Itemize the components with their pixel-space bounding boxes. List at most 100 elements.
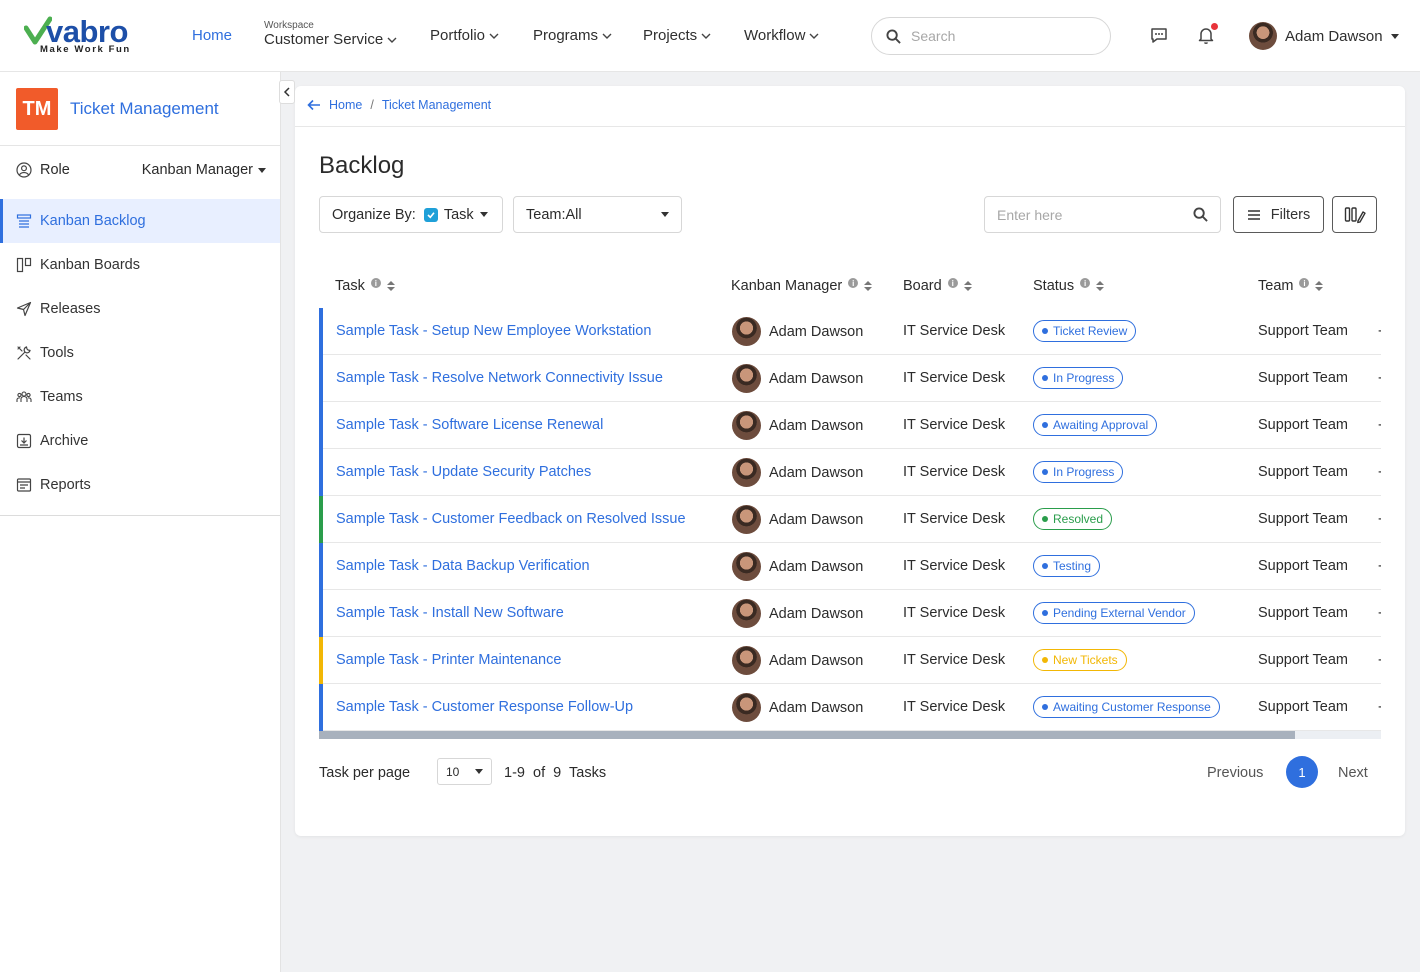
info-icon[interactable]: i [848,278,859,288]
vabro-logo[interactable]: vabro Make Work Fun [24,14,154,58]
more-columns-cell: - [1378,605,1381,621]
table-row[interactable]: Sample Task - Printer Maintenance Adam Da… [319,637,1381,684]
status-badge[interactable]: In Progress [1033,367,1124,389]
previous-page-button[interactable]: Previous [1207,765,1263,781]
sidebar-item-releases[interactable]: Releases [0,287,280,331]
breadcrumb-home[interactable]: Home [329,98,362,112]
caret-down-icon [258,167,266,173]
sidebar-item-archive[interactable]: Archive [0,419,280,463]
nav-portfolio[interactable]: Portfolio [430,27,499,44]
column-settings-button[interactable] [1332,196,1377,233]
chat-icon[interactable] [1148,24,1170,46]
search-icon[interactable] [1193,207,1208,222]
task-link[interactable]: Sample Task - Printer Maintenance [336,652,561,668]
page-number-button[interactable]: 1 [1286,756,1318,788]
sort-icon[interactable] [963,281,972,291]
sidebar-item-tools[interactable]: Tools [0,331,280,375]
manager-name: Adam Dawson [769,699,864,716]
board-cell: IT Service Desk [903,652,1006,668]
task-link[interactable]: Sample Task - Resolve Network Connectivi… [336,370,663,386]
manager-name: Adam Dawson [769,605,864,622]
task-link[interactable]: Sample Task - Setup New Employee Worksta… [336,323,651,339]
task-link[interactable]: Sample Task - Install New Software [336,605,564,621]
table-row[interactable]: Sample Task - Customer Response Follow-U… [319,684,1381,731]
table-row[interactable]: Sample Task - Customer Feedback on Resol… [319,496,1381,543]
info-icon[interactable]: i [1299,278,1310,288]
status-badge[interactable]: Testing [1033,555,1101,577]
avatar [732,505,761,534]
column-header-kanban-manager[interactable]: Kanban Manager i [731,278,873,294]
avatar [732,552,761,581]
column-header-board[interactable]: Board i [903,278,972,294]
board-cell: IT Service Desk [903,464,1006,480]
user-menu[interactable]: Adam Dawson [1249,22,1399,50]
chevron-down-icon [602,33,612,39]
sidebar-item-reports[interactable]: Reports [0,463,280,507]
sidebar-item-kanban-boards[interactable]: Kanban Boards [0,243,280,287]
workspace-selector[interactable]: Workspace Customer Service [264,20,397,48]
nav-home-label: Home [192,27,233,44]
per-page-select[interactable]: 10 [437,758,492,785]
column-header-task[interactable]: Task i [335,278,395,294]
back-arrow-icon[interactable] [307,99,321,111]
organize-by-dropdown[interactable]: Organize By: Task [319,196,503,233]
sort-icon[interactable] [1096,281,1105,291]
status-badge[interactable]: New Tickets [1033,649,1127,671]
table-row[interactable]: Sample Task - Setup New Employee Worksta… [319,308,1381,355]
kanban-manager-cell: Adam Dawson [732,599,863,628]
user-name: Adam Dawson [1285,27,1383,45]
sort-icon[interactable] [1315,281,1324,291]
info-icon[interactable]: i [1080,278,1091,288]
nav-programs[interactable]: Programs [533,27,612,44]
workspace-value: Customer Service [264,31,384,48]
column-header-status[interactable]: Status i [1033,278,1105,294]
chevron-down-icon [701,33,711,39]
board-cell: IT Service Desk [903,417,1006,433]
role-selector[interactable]: Kanban Manager [142,162,266,178]
global-search-input[interactable] [911,28,1091,44]
task-link[interactable]: Sample Task - Software License Renewal [336,417,603,433]
sidebar-item-teams[interactable]: Teams [0,375,280,419]
table-row[interactable]: Sample Task - Resolve Network Connectivi… [319,355,1381,402]
kanban-manager-cell: Adam Dawson [732,364,863,393]
status-badge[interactable]: Ticket Review [1033,320,1137,342]
status-badge[interactable]: Awaiting Approval [1033,414,1158,436]
table-row[interactable]: Sample Task - Data Backup Verification Ad… [319,543,1381,590]
task-link[interactable]: Sample Task - Data Backup Verification [336,558,590,574]
status-badge[interactable]: Resolved [1033,508,1113,530]
status-badge[interactable]: Awaiting Customer Response [1033,696,1220,718]
status-badge[interactable]: Pending External Vendor [1033,602,1195,624]
avatar [732,458,761,487]
team-cell: Support Team [1258,464,1349,480]
scrollbar-thumb[interactable] [319,731,1295,739]
sort-icon[interactable] [864,281,873,291]
nav-programs-label: Programs [533,27,599,44]
sidebar-item-kanban-backlog[interactable]: Kanban Backlog [0,199,280,243]
table-row[interactable]: Sample Task - Update Security Patches Ada… [319,449,1381,496]
filters-label: Filters [1270,206,1311,223]
nav-home[interactable]: Home [192,27,232,44]
horizontal-scrollbar[interactable] [319,731,1381,739]
project-header[interactable]: TM Ticket Management [16,88,219,130]
table-row[interactable]: Sample Task - Install New Software Adam D… [319,590,1381,637]
nav-workflow[interactable]: Workflow [744,27,819,44]
team-filter-dropdown[interactable]: Team:All [513,196,682,233]
info-icon[interactable]: i [370,278,381,288]
table-row[interactable]: Sample Task - Software License Renewal Ad… [319,402,1381,449]
manager-name: Adam Dawson [769,464,864,481]
task-link[interactable]: Sample Task - Customer Feedback on Resol… [336,511,686,527]
filters-button[interactable]: Filters [1233,196,1324,233]
sidebar-collapse-button[interactable] [279,80,295,104]
backlog-search-input[interactable] [997,206,1193,223]
task-link[interactable]: Sample Task - Update Security Patches [336,464,591,480]
next-page-button[interactable]: Next [1338,765,1368,781]
sidebar-item-label: Releases [40,301,101,317]
nav-projects[interactable]: Projects [643,27,711,44]
column-header-team[interactable]: Team i [1258,278,1324,294]
status-badge[interactable]: In Progress [1033,461,1124,483]
info-icon[interactable]: i [947,278,958,288]
breadcrumb-current[interactable]: Ticket Management [382,98,491,112]
sort-icon[interactable] [386,281,395,291]
task-link[interactable]: Sample Task - Customer Response Follow-U… [336,699,633,715]
notifications-button[interactable] [1195,23,1218,46]
